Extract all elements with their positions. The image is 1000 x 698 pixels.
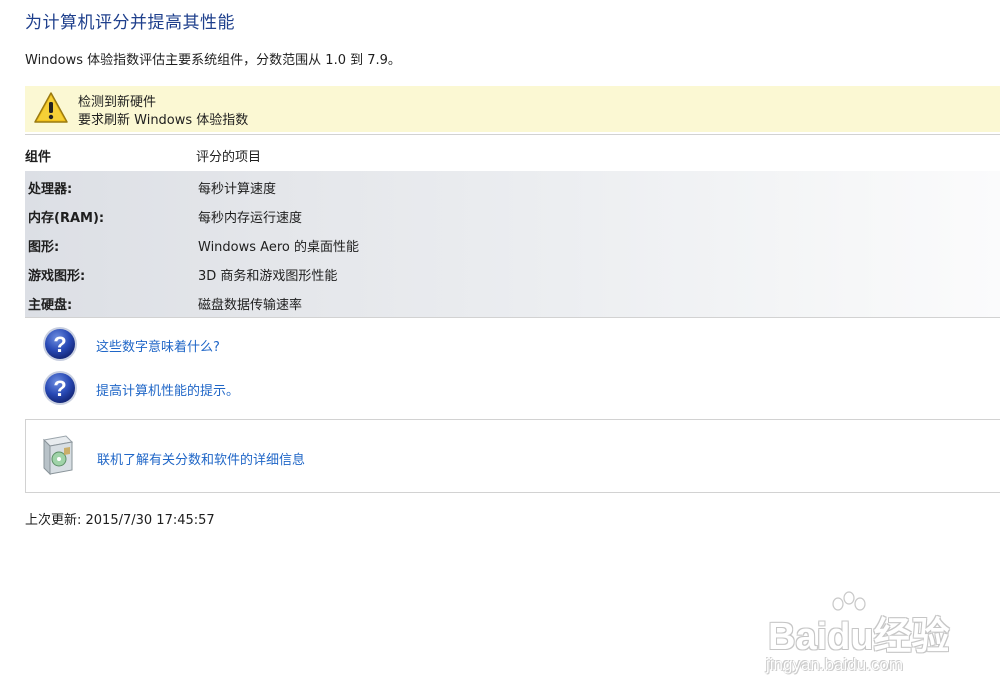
help-link-performance-tips[interactable]: ? 提高计算机性能的提示。 bbox=[42, 370, 542, 406]
row-label: 主硬盘: bbox=[28, 298, 73, 313]
row-description: Windows Aero 的桌面性能 bbox=[198, 240, 359, 255]
help-link-text[interactable]: 这些数字意味着什么? bbox=[96, 336, 220, 355]
table-row: 图形: Windows Aero 的桌面性能 bbox=[25, 229, 1000, 258]
warning-title: 检测到新硬件 bbox=[78, 95, 157, 110]
watermark-url: jingyan.baidu.com bbox=[766, 655, 904, 674]
component-table: 处理器: 每秒计算速度 内存(RAM): 每秒内存运行速度 图形: Window… bbox=[25, 171, 1000, 317]
column-header-rated-item: 评分的项目 bbox=[196, 150, 262, 165]
row-label: 处理器: bbox=[28, 182, 73, 197]
row-label: 内存(RAM): bbox=[28, 211, 105, 226]
table-row: 主硬盘: 磁盘数据传输速率 bbox=[25, 287, 1000, 316]
row-description: 每秒计算速度 bbox=[198, 182, 277, 197]
online-info-panel: 联机了解有关分数和软件的详细信息 bbox=[25, 419, 1000, 493]
table-row: 处理器: 每秒计算速度 bbox=[25, 171, 1000, 200]
table-row: 游戏图形: 3D 商务和游戏图形性能 bbox=[25, 258, 1000, 287]
warning-icon bbox=[34, 92, 68, 123]
online-info-link[interactable]: 联机了解有关分数和软件的详细信息 bbox=[97, 449, 305, 468]
last-updated-text: 上次更新: 2015/7/30 17:45:57 bbox=[25, 513, 215, 528]
column-header-component: 组件 bbox=[25, 150, 52, 165]
watermark-brand: Baidu经验 bbox=[768, 616, 950, 658]
svg-text:?: ? bbox=[53, 376, 66, 401]
svg-text:?: ? bbox=[53, 332, 66, 357]
row-label: 图形: bbox=[28, 240, 60, 255]
page-title: 为计算机评分并提高其性能 bbox=[25, 13, 235, 33]
row-description: 3D 商务和游戏图形性能 bbox=[198, 269, 338, 284]
help-question-icon: ? bbox=[43, 371, 77, 405]
warning-message: 要求刷新 Windows 体验指数 bbox=[78, 113, 249, 128]
divider bbox=[25, 317, 1000, 318]
help-link-text[interactable]: 提高计算机性能的提示。 bbox=[96, 380, 239, 399]
software-box-icon bbox=[42, 435, 74, 476]
help-question-icon: ? bbox=[43, 327, 77, 361]
wei-page: 为计算机评分并提高其性能 Windows 体验指数评估主要系统组件，分数范围从 … bbox=[0, 0, 1000, 698]
row-description: 每秒内存运行速度 bbox=[198, 211, 303, 226]
help-link-what-numbers-mean[interactable]: ? 这些数字意味着什么? bbox=[42, 326, 542, 362]
divider bbox=[25, 134, 1000, 135]
baidu-jingyan-watermark: Baidu经验 jingyan.baidu.com bbox=[760, 590, 960, 680]
table-row: 内存(RAM): 每秒内存运行速度 bbox=[25, 200, 1000, 229]
row-description: 磁盘数据传输速率 bbox=[198, 298, 303, 313]
row-label: 游戏图形: bbox=[28, 269, 86, 284]
intro-text: Windows 体验指数评估主要系统组件，分数范围从 1.0 到 7.9。 bbox=[25, 53, 401, 68]
new-hardware-warning: 检测到新硬件 要求刷新 Windows 体验指数 bbox=[25, 86, 1000, 132]
